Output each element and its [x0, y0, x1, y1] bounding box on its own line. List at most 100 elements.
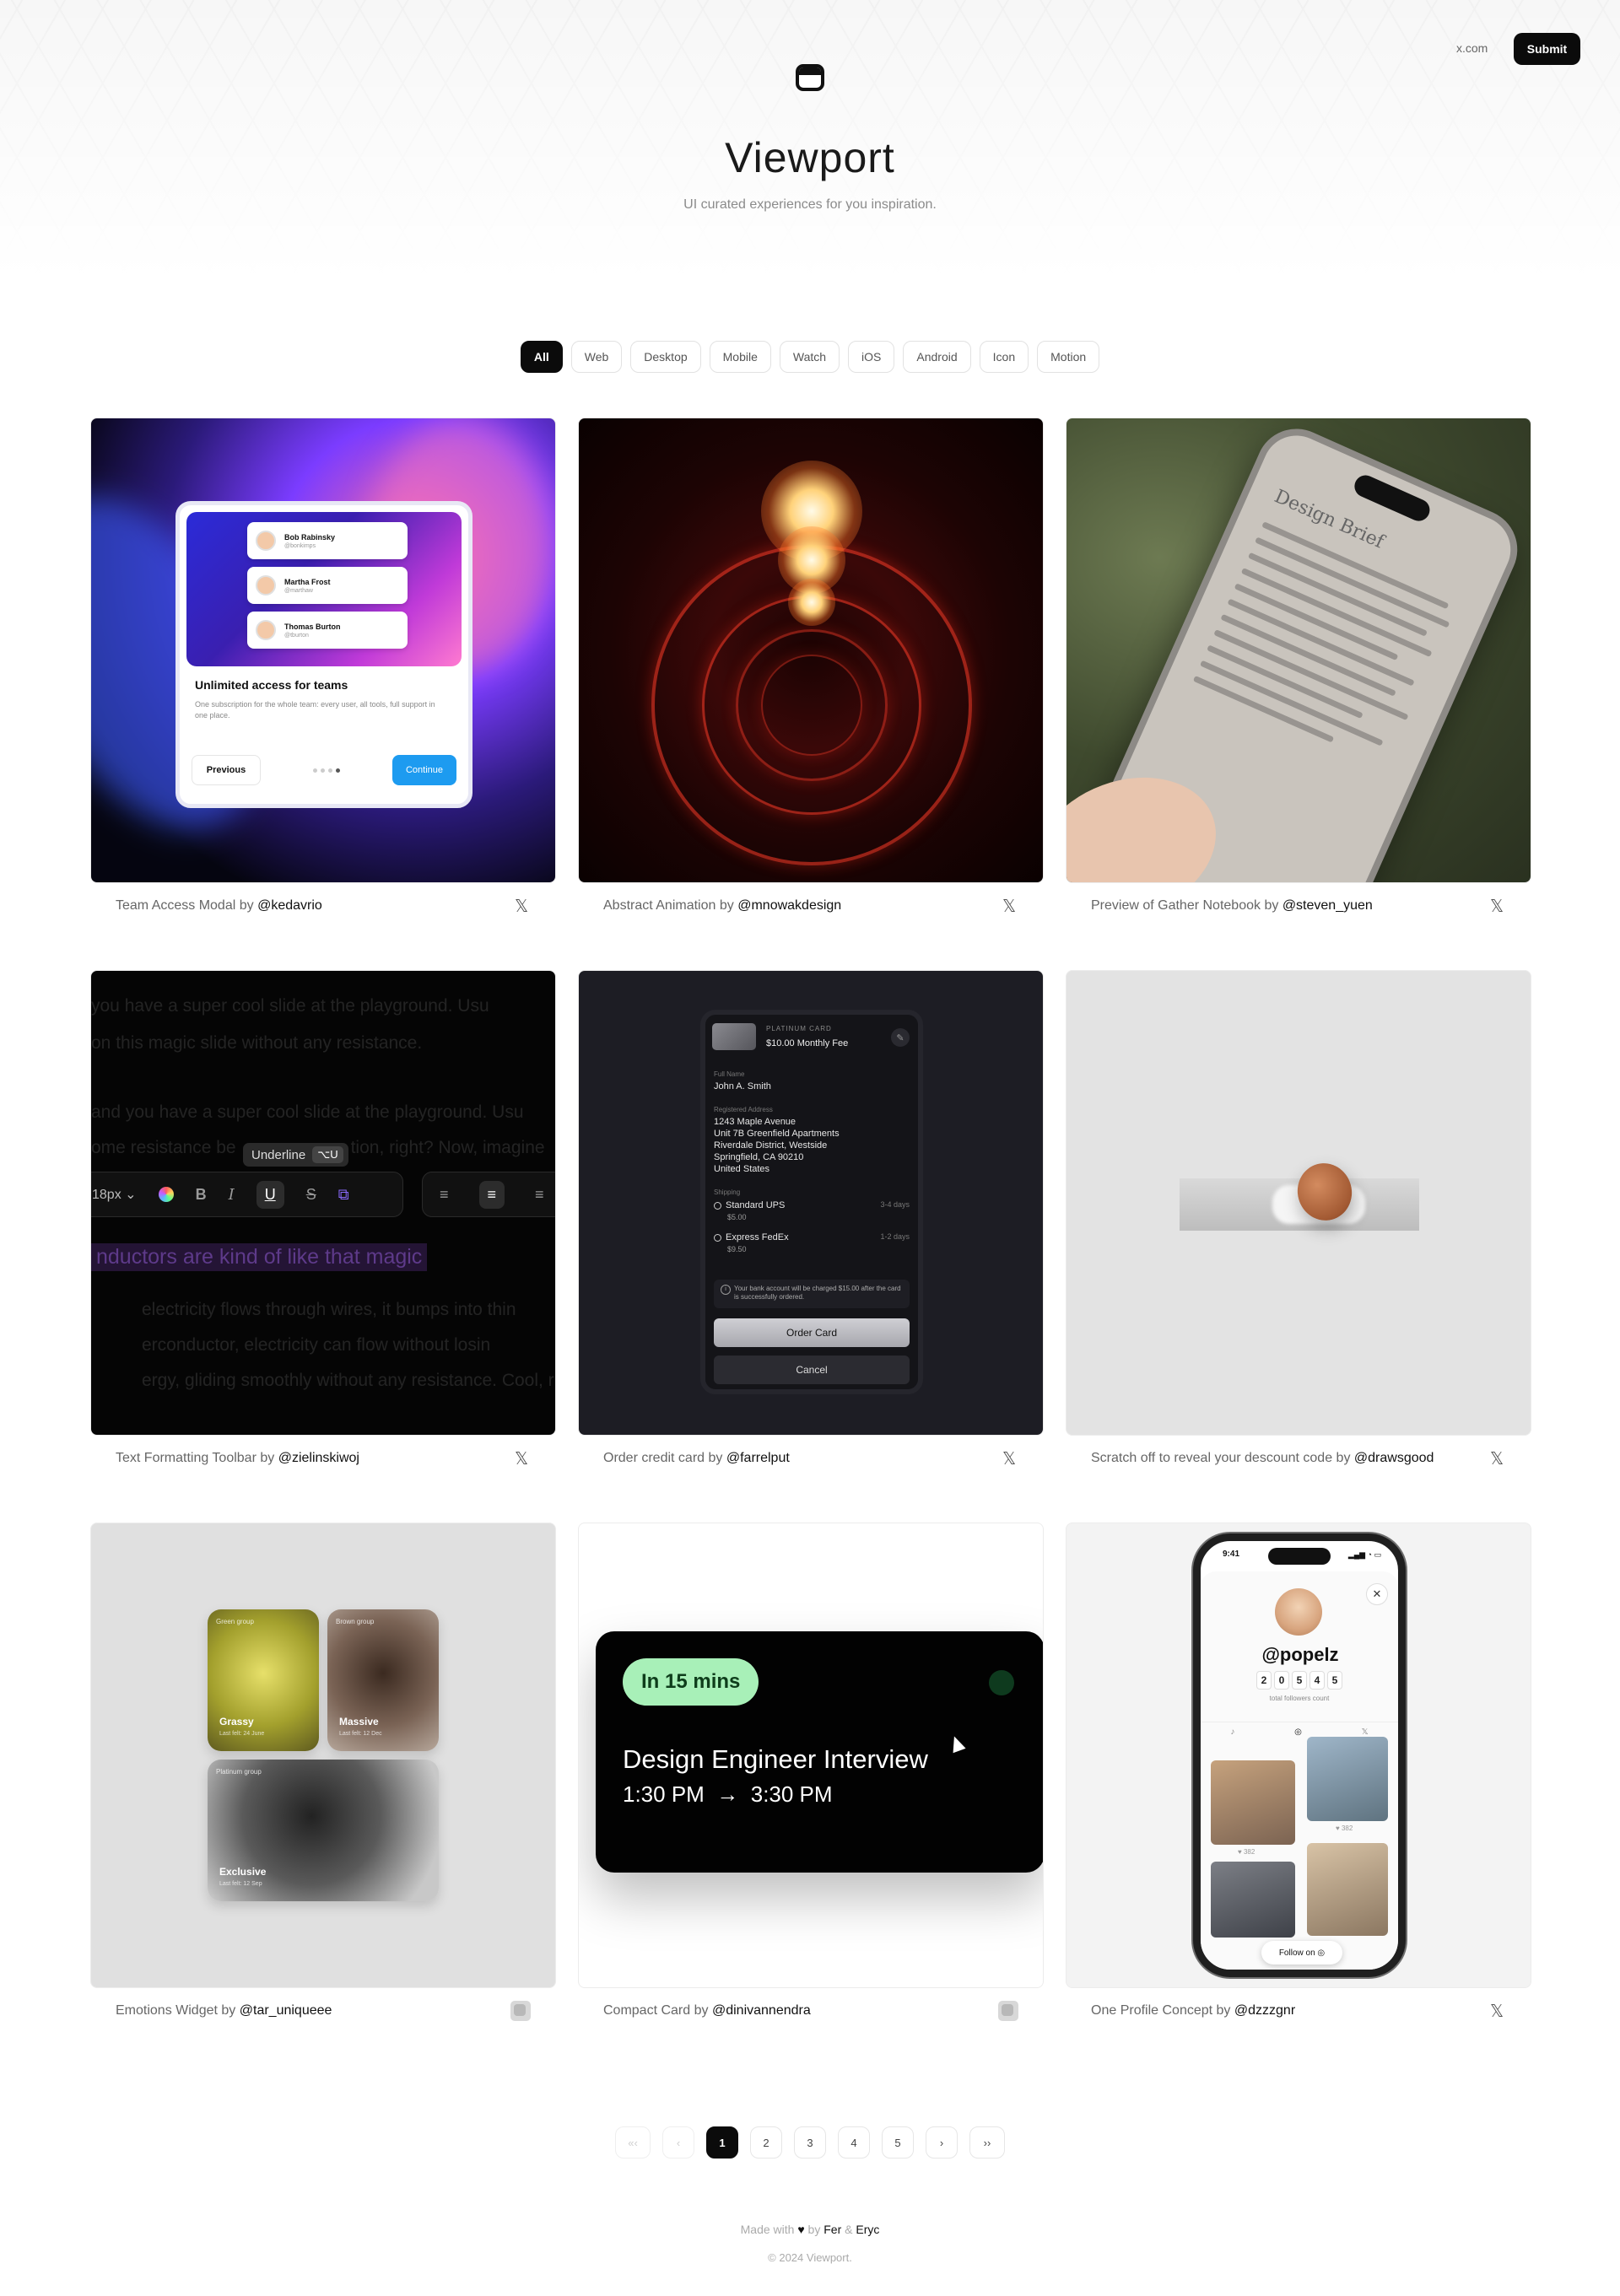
filter-watch[interactable]: Watch	[779, 341, 840, 373]
gallery-card[interactable]: Design Brief Preview of Gather Notebook …	[1066, 418, 1531, 929]
card-title: Abstract Animation	[603, 898, 716, 913]
first-page-button[interactable]: «‹	[615, 2126, 651, 2159]
card-thumbnail[interactable]: 9:41 ▂▄▆ ◔ ▭ ✕ @popelz 2 0 5 4 5 total f…	[1066, 1523, 1531, 1988]
x-icon[interactable]: 𝕏	[1000, 1449, 1018, 1469]
post-image	[1307, 1843, 1388, 1936]
follower-digits: 2 0 5 4 5	[1256, 1671, 1342, 1690]
card-thumbnail[interactable]: In 15 mins Design Engineer Interview 1:3…	[578, 1523, 1044, 1988]
x-icon[interactable]: 𝕏	[512, 1449, 531, 1469]
card-author[interactable]: @zielinskiwoj	[278, 1451, 359, 1465]
filter-web[interactable]: Web	[570, 341, 623, 373]
font-size-select: 18px ⌄	[92, 1188, 137, 1202]
align-center-icon: ≡	[478, 1180, 505, 1209]
gallery-card[interactable]: G3 Scratch off to reveal your descount c…	[1066, 970, 1531, 1481]
page-button-3[interactable]: 3	[794, 2126, 826, 2159]
highlighted-text: nductors are kind of like that magic	[91, 1243, 428, 1271]
last-page-button[interactable]: ››	[969, 2126, 1005, 2159]
card-title: Order credit card	[603, 1451, 705, 1465]
team-modal-preview: Bob Rabinsky @bonkimps Martha Frost @marth…	[176, 501, 472, 808]
card-author[interactable]: @mnowakdesign	[737, 898, 841, 913]
card-author[interactable]: @drawsgood	[1354, 1451, 1434, 1465]
align-left-icon: ≡	[440, 1185, 449, 1203]
heart-icon: ♥	[797, 2223, 805, 2236]
card-thumbnail[interactable]: Bob Rabinsky @bonkimps Martha Frost @marth…	[90, 418, 556, 883]
card-author[interactable]: @dinivannendra	[712, 2003, 811, 2018]
avatar	[256, 531, 276, 551]
card-title: Preview of Gather Notebook	[1091, 898, 1261, 913]
page-button-2[interactable]: 2	[750, 2126, 782, 2159]
card-thumbnail[interactable]: G3	[1066, 970, 1531, 1436]
card-author[interactable]: @steven_yuen	[1282, 898, 1373, 913]
order-card-button: Order Card	[714, 1318, 910, 1347]
modal-step-dots	[313, 768, 340, 773]
profile-phone-preview: 9:41 ▂▄▆ ◔ ▭ ✕ @popelz 2 0 5 4 5 total f…	[1193, 1533, 1406, 1977]
card-thumbnail[interactable]: Design Brief	[1066, 418, 1531, 883]
card-author[interactable]: @kedavrio	[257, 898, 322, 913]
modal-body: One subscription for the whole team: eve…	[195, 700, 435, 720]
gallery-card[interactable]: PLATINUM CARD $10.00 Monthly Fee ✎ Full …	[578, 970, 1044, 1481]
tiktok-icon: ♪	[1230, 1727, 1235, 1737]
camera-icon	[989, 1670, 1014, 1695]
x-icon[interactable]: 𝕏	[1488, 897, 1506, 916]
gallery-card[interactable]: 9:41 ▂▄▆ ◔ ▭ ✕ @popelz 2 0 5 4 5 total f…	[1066, 1523, 1531, 2034]
event-time: 1:30 PM → 3:30 PM	[623, 1781, 833, 1807]
close-icon: ✕	[1366, 1583, 1388, 1605]
gallery-card[interactable]: In 15 mins Design Engineer Interview 1:3…	[578, 1523, 1044, 2034]
x-link[interactable]: x.com	[1456, 41, 1488, 55]
formatting-toolbar: 18px ⌄ B I U S ⧉	[91, 1172, 403, 1217]
author-link-fer[interactable]: Fer	[824, 2223, 841, 2236]
x-icon[interactable]: 𝕏	[1000, 897, 1018, 916]
x-icon[interactable]: 𝕏	[512, 897, 531, 916]
submit-button[interactable]: Submit	[1514, 33, 1580, 65]
author-link-eryc[interactable]: Eryc	[856, 2223, 879, 2236]
info-notice: Your bank account will be charged $15.00…	[714, 1280, 910, 1308]
card-author[interactable]: @farrelput	[726, 1451, 790, 1465]
filter-icon[interactable]: Icon	[979, 341, 1029, 373]
next-page-button[interactable]: ›	[926, 2126, 958, 2159]
filter-android[interactable]: Android	[903, 341, 971, 373]
strikethrough-icon: S	[305, 1185, 316, 1203]
x-icon[interactable]: 𝕏	[1488, 2002, 1506, 2021]
filter-mobile[interactable]: Mobile	[709, 341, 771, 373]
instagram-icon: ◎	[1317, 1948, 1326, 1958]
card-author[interactable]: @tar_uniqueee	[240, 2003, 332, 2018]
x-icon[interactable]: 𝕏	[1488, 1449, 1506, 1469]
event-title: Design Engineer Interview	[623, 1744, 928, 1774]
page-subtitle: UI curated experiences for you inspirati…	[683, 197, 937, 212]
image-icon[interactable]	[510, 2001, 531, 2021]
gallery-card[interactable]: Abstract Animation by @mnowakdesign 𝕏	[578, 418, 1044, 929]
filter-ios[interactable]: iOS	[848, 341, 895, 373]
card-thumbnail[interactable]	[578, 418, 1044, 883]
filter-motion[interactable]: Motion	[1037, 341, 1100, 373]
card-caption: Abstract Animation by @mnowakdesign 𝕏	[578, 883, 1044, 929]
card-caption: Scratch off to reveal your descount code…	[1066, 1436, 1531, 1481]
modal-continue-button: Continue	[392, 755, 456, 785]
filter-all[interactable]: All	[520, 341, 563, 373]
emotion-tile: Platinum group Exclusive Last felt: 12 S…	[208, 1760, 439, 1901]
card-thumbnail[interactable]: you have a super cool slide at the playg…	[90, 970, 556, 1436]
status-icons: ▂▄▆ ◔ ▭	[1347, 1550, 1381, 1559]
member-row: Martha Frost @marthaw	[247, 567, 408, 604]
emotion-tile: Brown group Massive Last felt: 12 Dec	[327, 1609, 439, 1751]
card-author[interactable]: @dzzzgnr	[1234, 2003, 1295, 2018]
gallery-card[interactable]: you have a super cool slide at the playg…	[90, 970, 556, 1481]
card-title: Emotions Widget	[116, 2003, 218, 2018]
viewport-logo-icon[interactable]	[796, 64, 824, 91]
copy-icon: ⧉	[338, 1185, 349, 1203]
filter-desktop[interactable]: Desktop	[630, 341, 701, 373]
prev-page-button[interactable]: ‹	[662, 2126, 694, 2159]
image-icon[interactable]	[998, 2001, 1018, 2021]
gallery-card[interactable]: Green group Grassy Last felt: 24 June Br…	[90, 1523, 556, 2034]
page-title: Viewport	[725, 134, 895, 181]
card-thumbnail[interactable]: Green group Grassy Last felt: 24 June Br…	[90, 1523, 556, 1988]
edit-icon: ✎	[891, 1028, 910, 1047]
modal-heading: Unlimited access for teams	[195, 678, 348, 692]
order-card-preview: PLATINUM CARD $10.00 Monthly Fee ✎ Full …	[700, 1010, 923, 1394]
page-button-4[interactable]: 4	[838, 2126, 870, 2159]
gallery-card[interactable]: Bob Rabinsky @bonkimps Martha Frost @marth…	[90, 418, 556, 929]
card-thumbnail[interactable]: PLATINUM CARD $10.00 Monthly Fee ✎ Full …	[578, 970, 1044, 1436]
card-caption: Order credit card by @farrelput 𝕏	[578, 1436, 1044, 1481]
card-title: One Profile Concept	[1091, 2003, 1213, 2018]
page-button-5[interactable]: 5	[882, 2126, 914, 2159]
page-button-1[interactable]: 1	[706, 2126, 738, 2159]
